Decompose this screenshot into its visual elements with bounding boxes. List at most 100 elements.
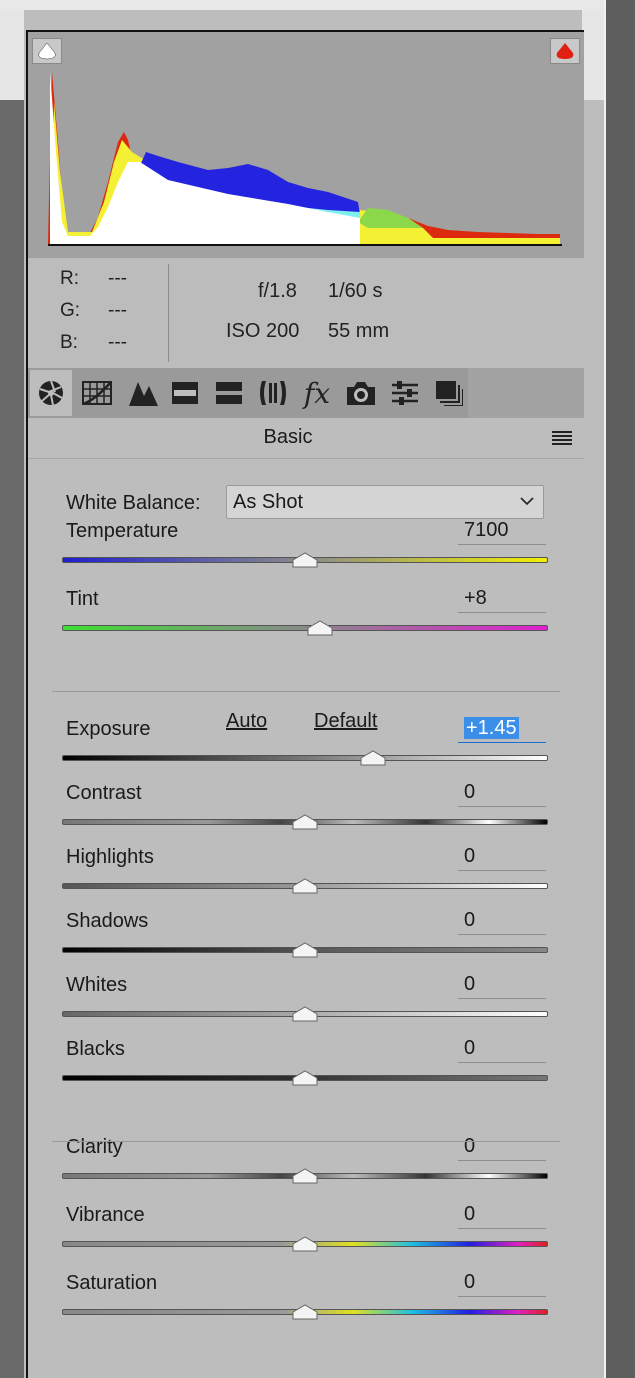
tab-camera-calibration[interactable] bbox=[340, 370, 382, 416]
shadows-value-field[interactable]: 0 bbox=[458, 907, 546, 935]
panel-header: Basic bbox=[28, 418, 584, 459]
clarity-label: Clarity bbox=[66, 1136, 123, 1158]
auto-button[interactable]: Auto bbox=[226, 710, 267, 733]
tone-curve-icon bbox=[82, 381, 112, 406]
highlight-clipping-icon bbox=[556, 43, 574, 59]
camera-raw-panel: R: --- G: --- B: --- f/1.8 1/60 s ISO 200 5… bbox=[26, 30, 584, 1378]
blue-readout: B: --- bbox=[60, 332, 127, 353]
blacks-label: Blacks bbox=[66, 1038, 125, 1060]
effects-icon: fx bbox=[303, 376, 331, 410]
shadows-value: 0 bbox=[464, 909, 476, 931]
shadow-clipping-warning-button[interactable] bbox=[32, 38, 62, 64]
camera-calibration-icon bbox=[347, 382, 375, 405]
section-divider-2 bbox=[52, 1141, 560, 1142]
tint-value: +8 bbox=[464, 587, 487, 609]
whites-value: 0 bbox=[464, 973, 476, 995]
split-toning-icon bbox=[216, 382, 242, 404]
temperature-value-field[interactable]: 7100 bbox=[458, 517, 546, 545]
green-readout: G: --- bbox=[60, 300, 127, 321]
white-balance-value: As Shot bbox=[233, 491, 304, 513]
blacks-value: 0 bbox=[464, 1037, 476, 1059]
readout-separator bbox=[168, 264, 169, 362]
saturation-value-field[interactable]: 0 bbox=[458, 1269, 546, 1297]
snapshots-icon bbox=[436, 381, 463, 406]
white-balance-label: White Balance: bbox=[66, 492, 201, 514]
left-gutter bbox=[0, 10, 24, 1378]
iso-value: ISO 200 bbox=[226, 320, 300, 342]
info-readout: R: --- G: --- B: --- f/1.8 1/60 s ISO 200 5… bbox=[28, 258, 584, 368]
exposure-label: Exposure bbox=[66, 718, 151, 740]
highlights-label: Highlights bbox=[66, 846, 154, 868]
vibrance-slider-thumb[interactable] bbox=[292, 1236, 318, 1252]
section-divider-1 bbox=[52, 691, 560, 692]
white-balance-select[interactable]: As Shot bbox=[226, 485, 544, 519]
tint-slider-track[interactable] bbox=[62, 625, 548, 631]
whites-label: Whites bbox=[66, 974, 128, 996]
saturation-label: Saturation bbox=[66, 1272, 158, 1294]
tint-label: Tint bbox=[66, 588, 99, 610]
vibrance-label: Vibrance bbox=[66, 1204, 145, 1226]
vibrance-value-field[interactable]: 0 bbox=[458, 1201, 546, 1229]
temperature-label: Temperature bbox=[66, 520, 179, 542]
panel-menu-icon[interactable] bbox=[552, 430, 572, 446]
saturation-slider-thumb[interactable] bbox=[292, 1304, 318, 1320]
contrast-value: 0 bbox=[464, 781, 476, 803]
chevron-down-icon bbox=[520, 497, 534, 506]
contrast-label: Contrast bbox=[66, 782, 142, 804]
tint-value-field[interactable]: +8 bbox=[458, 585, 546, 613]
vibrance-value: 0 bbox=[464, 1203, 476, 1225]
tint-slider-thumb[interactable] bbox=[307, 620, 333, 636]
tab-snapshots[interactable] bbox=[428, 370, 470, 416]
aperture-value: f/1.8 bbox=[258, 280, 297, 302]
lens-corrections-icon bbox=[260, 381, 286, 405]
top-bar bbox=[0, 0, 605, 10]
tab-split-toning[interactable] bbox=[208, 370, 250, 416]
clarity-value-field[interactable]: 0 bbox=[458, 1133, 546, 1161]
aperture-icon bbox=[39, 380, 63, 406]
tab-presets[interactable] bbox=[384, 370, 426, 416]
tab-detail[interactable] bbox=[122, 370, 164, 416]
shadows-slider-thumb[interactable] bbox=[292, 942, 318, 958]
clarity-value: 0 bbox=[464, 1135, 476, 1157]
tab-hsl[interactable] bbox=[164, 370, 206, 416]
histogram bbox=[28, 30, 584, 260]
highlight-clipping-warning-button[interactable] bbox=[550, 38, 580, 64]
histogram-green bbox=[358, 208, 423, 228]
histogram-graph bbox=[48, 72, 562, 246]
shadow-clipping-icon bbox=[38, 42, 56, 60]
tab-tone-curve[interactable] bbox=[76, 370, 118, 416]
left-gutter-top bbox=[0, 10, 24, 100]
whites-value-field[interactable]: 0 bbox=[458, 971, 546, 999]
hsl-icon bbox=[172, 382, 198, 404]
contrast-value-field[interactable]: 0 bbox=[458, 779, 546, 807]
exposure-value-field[interactable]: +1.45 bbox=[458, 715, 546, 743]
clarity-slider-thumb[interactable] bbox=[292, 1168, 318, 1184]
exposure-slider-track[interactable] bbox=[62, 755, 548, 761]
tab-basic[interactable] bbox=[30, 370, 72, 416]
histogram-luminance bbox=[50, 72, 360, 244]
exposure-value: +1.45 bbox=[464, 717, 519, 739]
right-gutter bbox=[582, 10, 604, 1378]
blacks-slider-thumb[interactable] bbox=[292, 1070, 318, 1086]
shadows-label: Shadows bbox=[66, 910, 149, 932]
presets-icon bbox=[392, 381, 418, 405]
right-edge-line bbox=[604, 0, 606, 1378]
temperature-slider-thumb[interactable] bbox=[292, 552, 318, 568]
panel-title: Basic bbox=[263, 426, 313, 448]
tab-effects[interactable]: fx bbox=[296, 370, 338, 416]
focal-length-value: 55 mm bbox=[328, 320, 390, 342]
highlights-value-field[interactable]: 0 bbox=[458, 843, 546, 871]
whites-slider-thumb[interactable] bbox=[292, 1006, 318, 1022]
saturation-value: 0 bbox=[464, 1271, 476, 1293]
tab-lens-corrections[interactable] bbox=[252, 370, 294, 416]
contrast-slider-thumb[interactable] bbox=[292, 814, 318, 830]
tab-bar-filler bbox=[468, 368, 584, 418]
default-button[interactable]: Default bbox=[314, 710, 377, 733]
blacks-value-field[interactable]: 0 bbox=[458, 1035, 546, 1063]
right-gutter-top bbox=[582, 10, 604, 100]
exposure-slider-thumb[interactable] bbox=[360, 750, 386, 766]
highlights-value: 0 bbox=[464, 845, 476, 867]
detail-icon bbox=[129, 382, 158, 406]
highlights-slider-thumb[interactable] bbox=[292, 878, 318, 894]
panel-tab-bar: fx bbox=[28, 368, 584, 418]
